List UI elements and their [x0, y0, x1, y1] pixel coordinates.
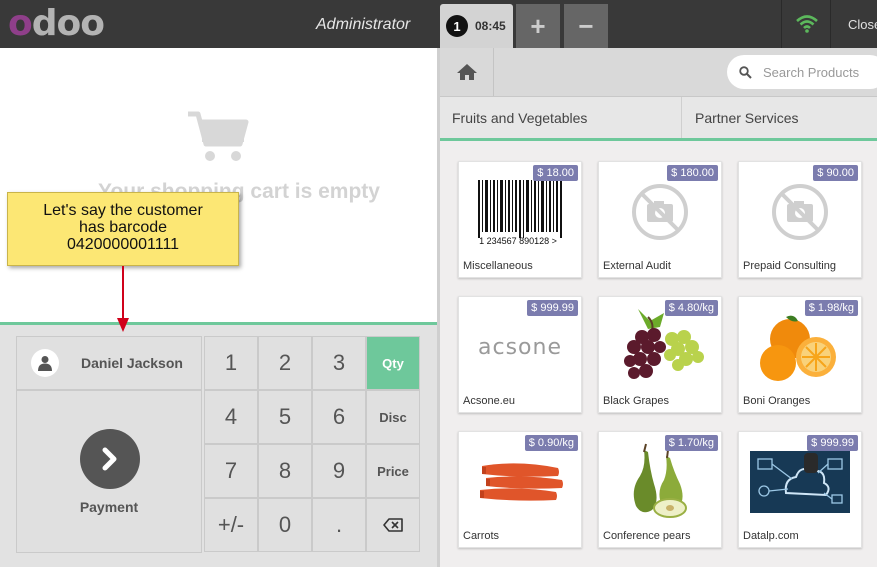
search-icon [739, 65, 752, 79]
product-price: $ 1.98/kg [804, 300, 858, 316]
product-name: External Audit [603, 260, 671, 272]
user-icon [31, 349, 59, 377]
search-box[interactable] [727, 55, 877, 89]
payment-label: Payment [79, 499, 139, 515]
decimal-button[interactable]: . [312, 498, 366, 552]
odoo-logo: o doo [8, 3, 105, 44]
product-price: $ 4.80/kg [664, 300, 718, 316]
wifi-icon[interactable] [795, 14, 819, 39]
grapes-image [601, 303, 719, 391]
backspace-button[interactable] [366, 498, 420, 552]
product-card[interactable]: $ 999.99 Datalp.com [738, 431, 862, 548]
product-price: $ 90.00 [813, 165, 858, 181]
qty-mode-button[interactable]: Qty [366, 336, 420, 390]
product-price: $ 0.90/kg [524, 435, 578, 451]
username[interactable]: Administrator [316, 16, 410, 34]
pears-image [601, 438, 719, 526]
numpad-key-6[interactable]: 6 [312, 390, 366, 444]
svg-text:1 234567 890128 >: 1 234567 890128 > [479, 236, 557, 246]
product-name: Miscellaneous [463, 260, 533, 272]
carrots-image [461, 438, 579, 526]
tooltip-line: has barcode [78, 219, 168, 236]
category-bar: Fruits and Vegetables Partner Services [440, 97, 877, 141]
annotation-arrow-icon [117, 266, 129, 337]
barcode-image: 1 234567 890128 > [461, 168, 579, 256]
acsone-logo: acsone [478, 334, 562, 360]
product-name: Prepaid Consulting [743, 260, 836, 272]
numpad-key-8[interactable]: 8 [258, 444, 312, 498]
topbar: o doo Administrator 1 08:45 + − Close [0, 0, 877, 48]
order-pane: Your shopping cart is empty Daniel Jacks… [0, 48, 437, 567]
logo-text: o [8, 3, 33, 44]
home-category-button[interactable] [440, 48, 494, 96]
numpad-key-0[interactable]: 0 [258, 498, 312, 552]
product-card[interactable]: $ 0.90/kg Carrots [458, 431, 582, 548]
tooltip-line: 0420000001111 [66, 236, 180, 253]
product-price: $ 999.99 [527, 300, 578, 316]
action-pad: Daniel Jackson Payment 1 2 3 Qty 4 5 6 D… [0, 322, 437, 567]
product-name: Carrots [463, 530, 500, 542]
numpad-key-2[interactable]: 2 [258, 336, 312, 390]
add-order-button[interactable]: + [516, 4, 560, 48]
numpad: 1 2 3 Qty 4 5 6 Disc 7 8 9 Price +/- 0 . [204, 336, 421, 553]
topbar-divider [830, 0, 831, 48]
oranges-image [741, 303, 859, 391]
topbar-divider [781, 0, 782, 48]
order-time: 08:45 [475, 19, 506, 33]
product-list: 1 234567 890128 > $ 18.00 Miscellaneous … [440, 141, 877, 567]
product-name: Datalp.com [743, 530, 799, 542]
product-price: $ 18.00 [533, 165, 578, 181]
search-input[interactable] [763, 64, 873, 80]
tooltip-line: Let's say the customer [43, 202, 203, 219]
product-name: Conference pears [603, 530, 691, 542]
plus-minus-button[interactable]: +/- [204, 498, 258, 552]
customer-name: Daniel Jackson [81, 355, 183, 371]
numpad-key-4[interactable]: 4 [204, 390, 258, 444]
backspace-icon [383, 518, 403, 532]
numpad-key-3[interactable]: 3 [312, 336, 366, 390]
product-card[interactable]: $ 1.70/kg Conference pears [598, 431, 722, 548]
product-screen: Fruits and Vegetables Partner Services [440, 48, 877, 567]
no-photo-icon [741, 168, 859, 256]
payment-button[interactable]: Payment [16, 390, 202, 553]
logo-text: doo [31, 3, 105, 44]
home-icon [456, 64, 477, 80]
remove-order-button[interactable]: − [564, 4, 608, 48]
discount-mode-button[interactable]: Disc [366, 390, 420, 444]
product-price: $ 180.00 [667, 165, 718, 181]
breadcrumb-bar [440, 48, 877, 97]
order-sequence: 1 [446, 15, 468, 37]
no-photo-icon [601, 168, 719, 256]
numpad-key-7[interactable]: 7 [204, 444, 258, 498]
price-mode-button[interactable]: Price [366, 444, 420, 498]
category-fruits-and-vegetables[interactable]: Fruits and Vegetables [440, 97, 587, 138]
product-name: Black Grapes [603, 395, 670, 407]
set-customer-button[interactable]: Daniel Jackson [16, 336, 202, 390]
annotation-tooltip: Let's say the customer has barcode 04200… [7, 192, 239, 266]
product-card[interactable]: $ 90.00 Prepaid Consulting [738, 161, 862, 278]
close-button[interactable]: Close [848, 17, 877, 32]
numpad-key-1[interactable]: 1 [204, 336, 258, 390]
datalp-image [741, 438, 859, 526]
product-price: $ 999.99 [807, 435, 858, 451]
product-price: $ 1.70/kg [664, 435, 718, 451]
product-card[interactable]: acsone $ 999.99 Acsone.eu [458, 296, 582, 413]
order-tab[interactable]: 1 08:45 [440, 4, 513, 48]
product-card[interactable]: $ 4.80/kg Black Grapes [598, 296, 722, 413]
product-card[interactable]: 1 234567 890128 > $ 18.00 Miscellaneous [458, 161, 582, 278]
product-name: Acsone.eu [463, 395, 515, 407]
product-card[interactable]: $ 1.98/kg Boni Oranges [738, 296, 862, 413]
numpad-key-9[interactable]: 9 [312, 444, 366, 498]
category-divider [681, 97, 682, 138]
product-card[interactable]: $ 180.00 External Audit [598, 161, 722, 278]
category-partner-services[interactable]: Partner Services [683, 97, 798, 138]
chevron-right-icon [80, 429, 140, 489]
shopping-cart-icon [186, 110, 250, 169]
product-name: Boni Oranges [743, 395, 811, 407]
numpad-key-5[interactable]: 5 [258, 390, 312, 444]
